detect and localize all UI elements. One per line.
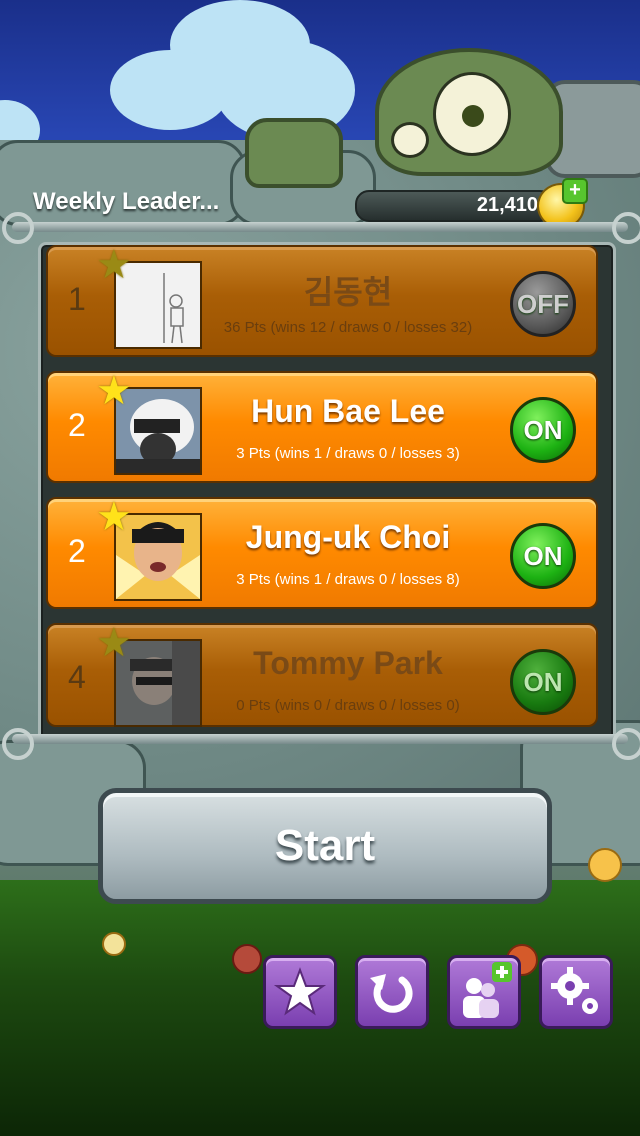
player-name: Hun Bae Lee	[251, 393, 445, 429]
panel-rail-bottom	[12, 734, 628, 744]
leaderboard-row[interactable]: 1 ★ 김동현 36 Pts (wins 12 / draws 0 / loss…	[46, 245, 598, 357]
player-name: Tommy Park	[253, 645, 443, 681]
invite-friends-button[interactable]	[447, 955, 521, 1029]
flower-decoration	[588, 848, 622, 882]
favorites-button[interactable]	[263, 955, 337, 1029]
zombie-eye-icon	[391, 122, 429, 158]
flower-decoration	[232, 944, 262, 974]
rail-curl-decoration	[2, 212, 34, 244]
cloud	[110, 50, 230, 130]
star-icon: ★	[96, 495, 132, 539]
player-name: 김동현	[303, 274, 393, 310]
notification-toggle[interactable]: ON	[510, 523, 576, 589]
player-stats: 36 Pts (wins 12 / draws 0 / losses 32)	[223, 319, 473, 336]
zombie-eye-icon	[433, 72, 511, 156]
notification-toggle[interactable]: ON	[510, 649, 576, 715]
player-stats: 3 Pts (wins 1 / draws 0 / losses 3)	[236, 445, 460, 462]
rank-number: 2	[68, 533, 86, 569]
flower-decoration	[102, 932, 126, 956]
add-friend-icon	[463, 962, 512, 1018]
star-icon: ★	[96, 369, 132, 413]
zombie-head	[375, 48, 563, 176]
star-icon: ★	[96, 621, 132, 665]
rank-number: 2	[68, 407, 86, 443]
notification-toggle[interactable]: ON	[510, 397, 576, 463]
leaderboard-row[interactable]: 2 ★ Jung-uk Choi 3 Pts (wins 1 / draws 0…	[46, 497, 598, 609]
star-icon: ★	[96, 243, 132, 287]
rank-number: 4	[68, 659, 86, 695]
rank-number: 1	[68, 281, 86, 317]
refresh-button[interactable]	[355, 955, 429, 1029]
start-button-label: Start	[274, 821, 376, 870]
settings-button[interactable]	[539, 955, 613, 1029]
zombie-pupil	[462, 105, 484, 127]
add-coins-button[interactable]: +	[562, 178, 588, 204]
game-screen: Weekly Leader... 21,410 + 1 ★ 김동현 36 Pts…	[0, 0, 640, 1136]
notification-toggle[interactable]: OFF	[510, 271, 576, 337]
zombie-hand	[245, 118, 343, 188]
leaderboard-row[interactable]: 2 ★ Hun Bae Lee 3 Pts (wins 1 / draws 0 …	[46, 371, 598, 483]
leaderboard-title: Weekly Leader...	[33, 188, 220, 215]
coin-count: 21,410	[476, 194, 538, 216]
panel-rail-top	[12, 222, 628, 232]
refresh-icon	[370, 974, 413, 1013]
coin-balance-bar: 21,410	[355, 190, 554, 222]
player-name: Jung-uk Choi	[245, 519, 451, 555]
settings-icon	[551, 967, 598, 1014]
rail-curl-decoration	[612, 728, 640, 760]
player-stats: 0 Pts (wins 0 / draws 0 / losses 0)	[236, 697, 460, 714]
start-button[interactable]: Start	[98, 788, 552, 904]
rail-curl-decoration	[612, 212, 640, 244]
star-icon	[273, 967, 327, 1016]
rail-curl-decoration	[2, 728, 34, 760]
leaderboard-row[interactable]: 4 ★ Tommy Park 0 Pts (wins 0 / draws 0 /…	[46, 623, 598, 727]
player-stats: 3 Pts (wins 1 / draws 0 / losses 8)	[236, 571, 460, 588]
